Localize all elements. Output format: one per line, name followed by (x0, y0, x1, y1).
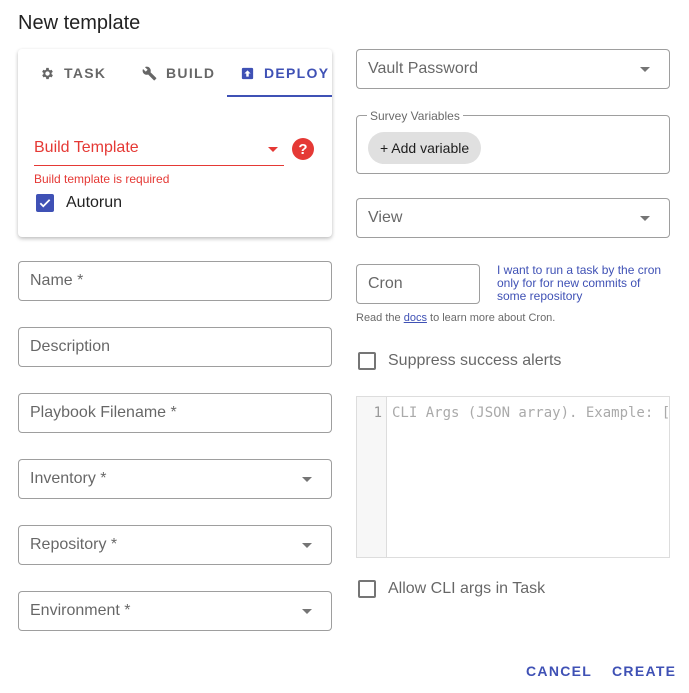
create-button[interactable]: CREATE (612, 663, 676, 679)
chevron-down-icon (302, 543, 312, 548)
cli-args-placeholder: CLI Args (JSON array). Example: [ (392, 405, 670, 421)
deploy-icon (241, 67, 254, 79)
build-template-error: Build template is required (34, 172, 170, 186)
active-tab-indicator (227, 95, 332, 97)
playbook-filename-input[interactable]: Playbook Filename * (18, 393, 332, 433)
checkbox-empty-icon (358, 352, 376, 370)
tab-task[interactable]: TASK (40, 49, 106, 97)
dialog-title: New template (18, 12, 141, 34)
tab-task-label: TASK (64, 65, 107, 81)
chevron-down-icon (268, 147, 278, 152)
environment-select[interactable]: Environment * (18, 591, 332, 631)
question-icon[interactable]: ? (292, 138, 314, 160)
name-input[interactable]: Name * (18, 261, 332, 301)
playbook-placeholder: Playbook Filename * (30, 404, 177, 421)
tab-deploy-label: DEPLOY (264, 65, 330, 81)
description-placeholder: Description (30, 338, 111, 355)
line-number: 1 (373, 405, 382, 421)
survey-variables-group: Survey Variables + Add variable (356, 109, 670, 174)
allow-cli-args-checkbox[interactable]: Allow CLI args in Task (358, 580, 545, 598)
name-placeholder: Name * (30, 272, 84, 289)
chevron-down-icon (640, 216, 650, 221)
tab-deploy[interactable]: DEPLOY (240, 49, 329, 97)
add-variable-button[interactable]: + Add variable (368, 132, 482, 164)
template-type-card: TASK BUILD DEPLOY Build Template ? Build… (18, 49, 332, 237)
chevron-down-icon (302, 477, 312, 482)
autorun-checkbox[interactable]: Autorun (36, 194, 122, 212)
description-input[interactable]: Description (18, 327, 332, 367)
autorun-label: Autorun (66, 194, 123, 211)
tab-build[interactable]: BUILD (142, 49, 215, 97)
vault-password-placeholder: Vault Password (368, 60, 478, 77)
cron-placeholder: Cron (368, 275, 403, 292)
chevron-down-icon (302, 609, 312, 614)
gear-icon (42, 67, 53, 79)
cron-docs-note: Read the docs to learn more about Cron. (356, 312, 555, 324)
cron-input[interactable]: Cron (356, 264, 480, 304)
template-type-tabs: TASK BUILD DEPLOY (18, 49, 332, 97)
suppress-alerts-checkbox[interactable]: Suppress success alerts (358, 352, 561, 370)
survey-variables-legend: Survey Variables (367, 109, 463, 123)
cron-docs-link[interactable]: docs (404, 312, 427, 324)
chevron-down-icon (640, 67, 650, 72)
repository-select[interactable]: Repository * (18, 525, 332, 565)
cli-args-editor[interactable]: 1 CLI Args (JSON array). Example: [ (356, 396, 670, 558)
view-placeholder: View (368, 209, 403, 226)
tab-build-label: BUILD (166, 65, 216, 81)
vault-password-select[interactable]: Vault Password (356, 49, 670, 89)
wrench-icon (142, 66, 157, 80)
checkbox-checked-icon (36, 194, 54, 212)
checkbox-empty-icon (358, 580, 376, 598)
editor-gutter: 1 (357, 397, 387, 557)
environment-placeholder: Environment * (30, 602, 131, 619)
inventory-select[interactable]: Inventory * (18, 459, 332, 499)
suppress-alerts-label: Suppress success alerts (388, 352, 562, 369)
view-select[interactable]: View (356, 198, 670, 238)
build-template-label: Build Template (34, 139, 139, 156)
cron-repository-toggle[interactable]: I want to run a task by the cron only fo… (497, 264, 672, 303)
cron-docs-suffix: to learn more about Cron. (426, 312, 556, 324)
inventory-placeholder: Inventory * (30, 470, 107, 487)
cancel-button[interactable]: CANCEL (526, 663, 592, 679)
build-template-select[interactable]: Build Template (34, 134, 284, 166)
repository-placeholder: Repository * (30, 536, 118, 553)
cron-docs-prefix: Read the (356, 312, 404, 324)
allow-cli-args-label: Allow CLI args in Task (388, 580, 546, 597)
